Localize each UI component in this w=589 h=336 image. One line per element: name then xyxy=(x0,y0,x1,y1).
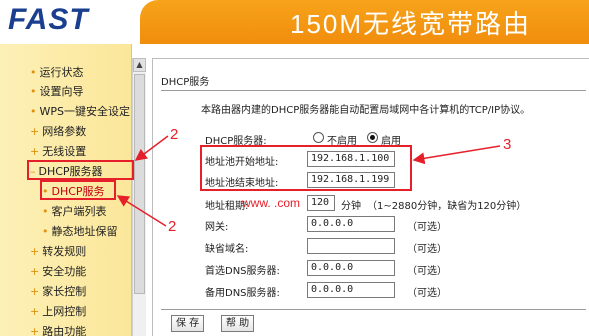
sidebar-item-static-reservation[interactable]: • 静态地址保留 xyxy=(42,223,118,239)
sidebar-item-forwarding[interactable]: + 转发规则 xyxy=(30,243,86,259)
dns1-label: 首选DNS服务器: xyxy=(205,266,280,277)
sidebar-item-access-control[interactable]: + 上网控制 xyxy=(30,303,86,319)
annotation-box-dhcp-service xyxy=(40,180,116,200)
expand-icon: + xyxy=(30,305,40,318)
annotation-number-2b: 2 xyxy=(168,218,177,235)
dns2-hint: （可选） xyxy=(407,288,447,299)
sidebar-item-wps[interactable]: • WPS一键安全设定 xyxy=(30,103,130,119)
page-description: 本路由器内建的DHCP服务器能自动配置局域网中各计算机的TCP/IP协议。 xyxy=(201,105,531,116)
domain-input[interactable] xyxy=(307,238,395,254)
scroll-up-icon[interactable]: ▲ xyxy=(133,58,146,72)
expand-icon: + xyxy=(30,325,40,336)
page-title: DHCP服务 xyxy=(161,77,210,88)
title-divider xyxy=(161,90,586,91)
annotation-watermark: www. .com xyxy=(242,196,301,210)
dhcp-on-radio[interactable] xyxy=(367,132,378,143)
sidebar-item-wizard[interactable]: • 设置向导 xyxy=(30,83,84,99)
domain-label: 缺省域名: xyxy=(205,244,249,255)
dns1-hint: （可选） xyxy=(407,266,447,277)
sidebar-scrollbar[interactable]: ▲ xyxy=(132,58,146,336)
annotation-box-address-pool xyxy=(200,145,412,191)
gateway-label: 网关: xyxy=(205,222,229,233)
expand-icon: + xyxy=(30,265,40,278)
sidebar-item-routing[interactable]: + 路由功能 xyxy=(30,323,86,336)
dns2-label: 备用DNS服务器: xyxy=(205,288,280,299)
sidebar-item-client-list[interactable]: • 客户端列表 xyxy=(42,203,107,219)
header-banner: 150M无线宽带路由 xyxy=(140,0,589,44)
bullet-icon: • xyxy=(42,225,49,238)
sidebar-item-network[interactable]: + 网络参数 xyxy=(30,123,86,139)
dhcp-settings-panel: DHCP服务 本路由器内建的DHCP服务器能自动配置局域网中各计算机的TCP/I… xyxy=(152,58,589,336)
annotation-box-dhcp-server xyxy=(27,160,134,180)
dhcp-off-radio[interactable] xyxy=(313,132,324,143)
help-button[interactable]: 帮 助 xyxy=(221,315,255,332)
expand-icon: + xyxy=(30,145,40,158)
header: FAST 150M无线宽带路由 xyxy=(0,0,589,44)
expand-icon: + xyxy=(30,285,40,298)
lease-unit: 分钟 xyxy=(341,201,361,212)
bullet-icon: • xyxy=(30,66,37,79)
sidebar-item-security[interactable]: + 安全功能 xyxy=(30,263,86,279)
lease-input[interactable]: 120 xyxy=(307,195,335,211)
annotation-number-2a: 2 xyxy=(170,126,179,143)
lease-hint: （1~2880分钟，缺省为120分钟） xyxy=(367,201,527,212)
dns2-input[interactable]: 0.0.0.0 xyxy=(307,282,395,298)
brand-logo: FAST xyxy=(8,3,89,36)
sidebar-item-parental[interactable]: + 家长控制 xyxy=(30,283,86,299)
dns1-input[interactable]: 0.0.0.0 xyxy=(307,260,395,276)
annotation-number-3: 3 xyxy=(503,136,512,153)
save-button[interactable]: 保 存 xyxy=(171,315,205,332)
expand-icon: + xyxy=(30,125,40,138)
expand-icon: + xyxy=(30,245,40,258)
gateway-hint: （可选） xyxy=(407,222,447,233)
sidebar-item-status[interactable]: • 运行状态 xyxy=(30,64,84,80)
bullet-icon: • xyxy=(42,205,49,218)
banner-title: 150M无线宽带路由 xyxy=(290,9,532,39)
bullet-icon: • xyxy=(30,105,37,118)
sidebar-item-wireless[interactable]: + 无线设置 xyxy=(30,143,86,159)
bullet-icon: • xyxy=(30,85,37,98)
domain-hint: （可选） xyxy=(407,244,447,255)
scroll-thumb[interactable] xyxy=(134,74,145,294)
gateway-input[interactable]: 0.0.0.0 xyxy=(307,216,395,232)
bottom-divider xyxy=(161,309,586,310)
